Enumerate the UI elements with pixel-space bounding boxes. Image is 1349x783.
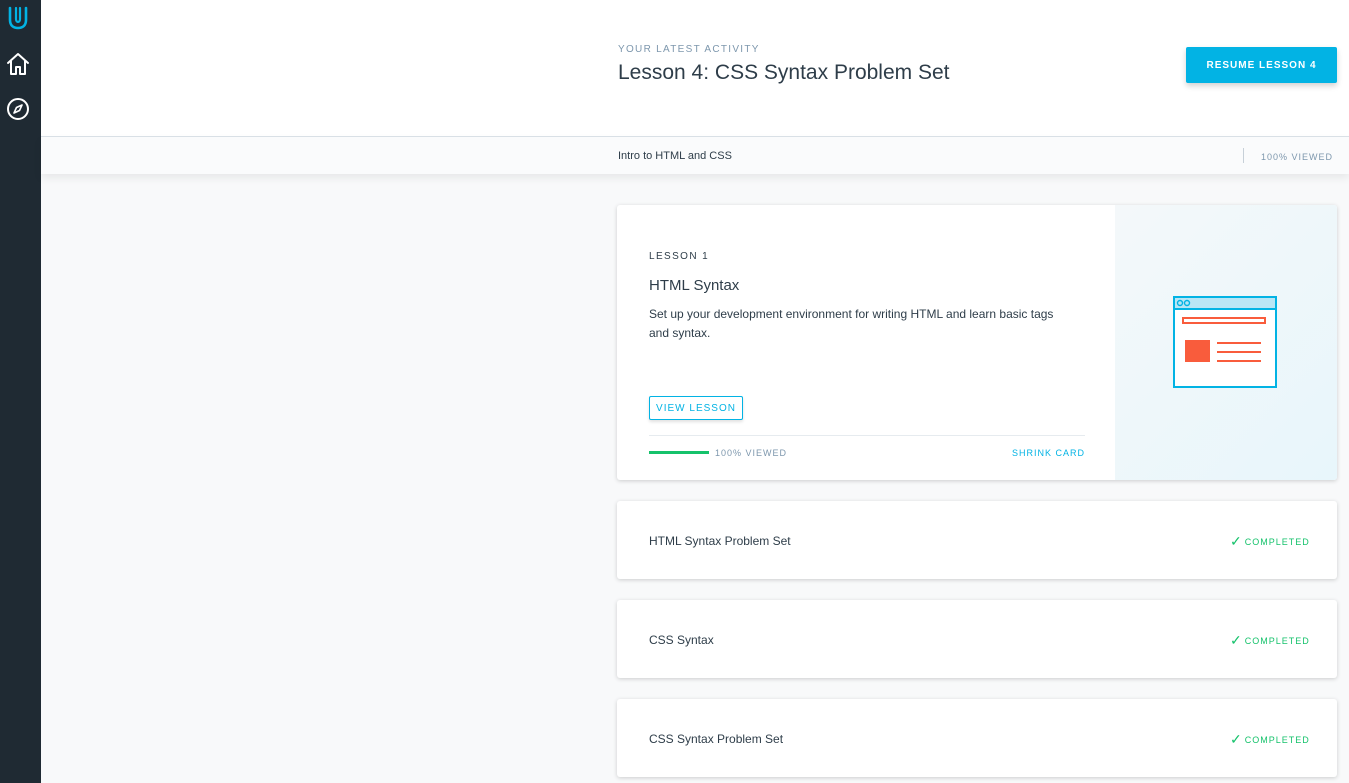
lesson-description: Set up your development environment for … xyxy=(649,307,1054,340)
lesson-viewed-status: 100% VIEWED xyxy=(715,448,788,458)
latest-activity-eyebrow: YOUR LATEST ACTIVITY xyxy=(618,44,760,55)
checkmark-icon: ✓ xyxy=(1230,533,1243,549)
lesson-item-title: CSS Syntax xyxy=(649,633,714,647)
home-icon[interactable] xyxy=(4,50,32,78)
checkmark-icon: ✓ xyxy=(1230,731,1243,747)
completed-badge: ✓ COMPLETED xyxy=(1230,533,1310,550)
latest-activity-header: YOUR LATEST ACTIVITY Lesson 4: CSS Synta… xyxy=(41,0,1349,137)
progress-bar xyxy=(649,451,709,454)
sidebar xyxy=(0,0,41,783)
progress-bar-fill xyxy=(649,451,709,454)
lesson-illustration xyxy=(1115,205,1337,480)
udacity-logo-icon[interactable] xyxy=(4,4,32,32)
divider xyxy=(1243,148,1244,163)
lesson-card-content: LESSON 1 HTML Syntax Set up your develop… xyxy=(617,205,1115,480)
completed-badge: ✓ COMPLETED xyxy=(1230,632,1310,649)
resume-lesson-button[interactable]: RESUME LESSON 4 xyxy=(1186,47,1337,83)
checkmark-icon: ✓ xyxy=(1230,632,1243,648)
lesson-title: HTML Syntax xyxy=(649,277,740,294)
completed-label: COMPLETED xyxy=(1244,536,1310,547)
browser-window-icon xyxy=(1173,296,1277,388)
lesson-card: LESSON 1 HTML Syntax Set up your develop… xyxy=(617,205,1337,480)
view-lesson-button[interactable]: VIEW LESSON xyxy=(649,396,743,420)
lesson-item[interactable]: CSS Syntax ✓ COMPLETED xyxy=(617,600,1337,678)
latest-activity-title: Lesson 4: CSS Syntax Problem Set xyxy=(618,61,950,84)
compass-icon[interactable] xyxy=(4,95,32,123)
course-bar: Intro to HTML and CSS 100% VIEWED xyxy=(41,137,1349,174)
lesson-item[interactable]: CSS Syntax Problem Set ✓ COMPLETED xyxy=(617,699,1337,777)
completed-label: COMPLETED xyxy=(1244,734,1310,745)
divider xyxy=(649,435,1085,436)
completed-label: COMPLETED xyxy=(1244,635,1310,646)
shrink-card-link[interactable]: SHRINK CARD xyxy=(1012,448,1085,458)
completed-badge: ✓ COMPLETED xyxy=(1230,731,1310,748)
lesson-item[interactable]: HTML Syntax Problem Set ✓ COMPLETED xyxy=(617,501,1337,579)
lesson-item-title: HTML Syntax Problem Set xyxy=(649,534,791,548)
lesson-item-title: CSS Syntax Problem Set xyxy=(649,732,784,746)
course-viewed-status: 100% VIEWED xyxy=(1261,152,1334,162)
course-name: Intro to HTML and CSS xyxy=(618,150,732,162)
lesson-number: LESSON 1 xyxy=(649,251,710,262)
